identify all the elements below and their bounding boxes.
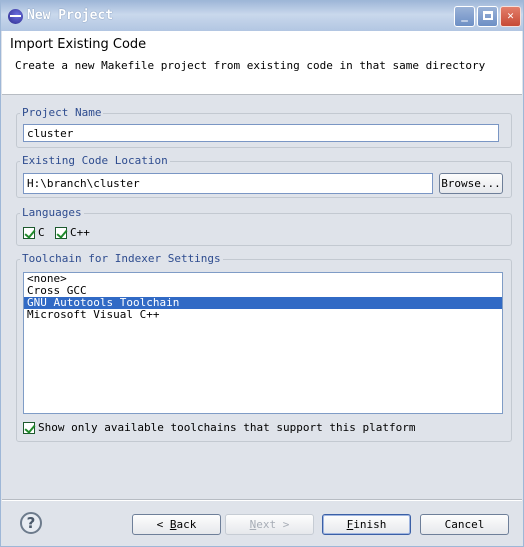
languages-label: Languages bbox=[20, 206, 84, 219]
title-bar[interactable]: New Project _ ✕ bbox=[1, 1, 523, 31]
show-only-available-checkbox[interactable]: Show only available toolchains that supp… bbox=[23, 421, 416, 434]
maximize-icon bbox=[482, 11, 493, 20]
browse-button[interactable]: Browse... bbox=[439, 173, 503, 194]
toolchain-group: Toolchain for Indexer Settings <none> Cr… bbox=[16, 252, 512, 442]
project-name-group: Project Name cluster bbox=[16, 106, 512, 148]
code-location-input[interactable]: H:\branch\cluster bbox=[23, 173, 433, 194]
back-button[interactable]: < Back bbox=[132, 514, 221, 535]
language-c-label: C bbox=[38, 226, 45, 239]
language-cpp-checkbox[interactable]: C++ bbox=[55, 226, 90, 239]
code-location-label: Existing Code Location bbox=[20, 154, 170, 167]
page-title: Import Existing Code bbox=[10, 37, 147, 52]
next-button[interactable]: Next > bbox=[225, 514, 314, 535]
toolchain-label: Toolchain for Indexer Settings bbox=[20, 252, 223, 265]
maximize-button[interactable] bbox=[477, 6, 498, 27]
list-item[interactable]: <none> bbox=[24, 273, 502, 285]
language-cpp-label: C++ bbox=[70, 226, 90, 239]
page-description: Create a new Makefile project from exist… bbox=[15, 59, 486, 72]
window-title: New Project bbox=[27, 8, 114, 23]
toolchain-list[interactable]: <none> Cross GCC GNU Autotools Toolchain… bbox=[23, 272, 503, 414]
close-button[interactable]: ✕ bbox=[500, 6, 521, 27]
checkbox-checked-icon bbox=[23, 421, 35, 434]
list-item[interactable]: Microsoft Visual C++ bbox=[24, 309, 502, 321]
new-project-dialog: New Project _ ✕ Import Existing Code Cre… bbox=[0, 0, 524, 547]
checkbox-checked-icon bbox=[55, 226, 67, 239]
finish-button[interactable]: Finish bbox=[322, 514, 411, 535]
cancel-button[interactable]: Cancel bbox=[420, 514, 509, 535]
project-name-label: Project Name bbox=[20, 106, 104, 119]
show-only-available-label: Show only available toolchains that supp… bbox=[38, 421, 416, 434]
wizard-header: Import Existing Code Create a new Makefi… bbox=[2, 31, 522, 95]
language-c-checkbox[interactable]: C bbox=[23, 226, 45, 239]
languages-group: Languages C C++ bbox=[16, 206, 512, 246]
project-name-input[interactable]: cluster bbox=[23, 124, 499, 142]
checkbox-checked-icon bbox=[23, 226, 35, 239]
eclipse-icon bbox=[8, 9, 23, 24]
minimize-button[interactable]: _ bbox=[454, 6, 475, 27]
code-location-group: Existing Code Location H:\branch\cluster… bbox=[16, 154, 512, 198]
button-bar-separator bbox=[2, 499, 522, 501]
help-icon[interactable]: ? bbox=[20, 512, 42, 534]
